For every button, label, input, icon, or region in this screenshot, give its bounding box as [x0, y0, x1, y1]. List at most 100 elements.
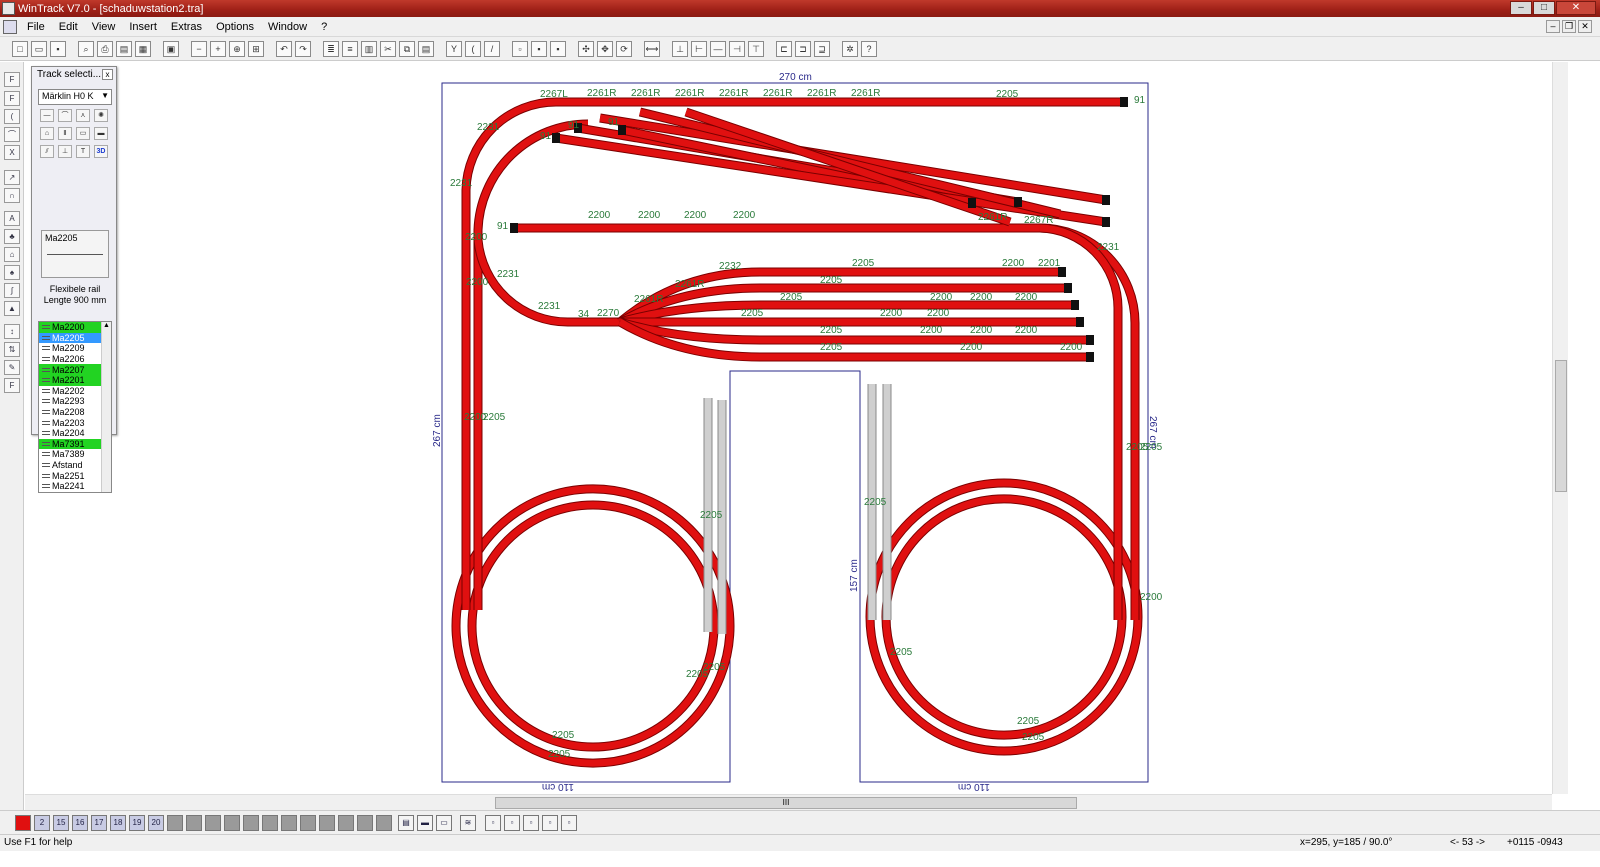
cut-icon[interactable]: ✂ [380, 40, 396, 57]
redo-icon[interactable]: ↷ [295, 40, 311, 57]
track-group[interactable] [451, 97, 1143, 768]
join-icon[interactable]: ⊤ [748, 40, 764, 57]
layer-color-button[interactable] [15, 815, 31, 831]
layer-empty-button[interactable] [319, 815, 335, 831]
menu-extras[interactable]: Extras [164, 21, 209, 33]
connect-icon[interactable]: ✣ [578, 40, 594, 57]
table-icon[interactable]: ▥ [361, 40, 377, 57]
new-icon[interactable]: □ [12, 40, 28, 57]
document-icon[interactable] [3, 20, 17, 34]
bridge-pillar-icon[interactable]: T [76, 145, 90, 158]
minimize-button[interactable]: – [1510, 1, 1532, 15]
train-icon[interactable]: ▬ [417, 815, 433, 831]
train-grey-icon[interactable]: ▭ [436, 815, 452, 831]
layer-18-button[interactable]: 18 [110, 815, 126, 831]
landscape-icon[interactable]: ♠ [4, 265, 20, 280]
signal-post-icon[interactable]: Ⅱ [58, 127, 72, 140]
doc-minimize-button[interactable]: – [1546, 20, 1560, 33]
doc-restore-button[interactable]: ❐ [1562, 20, 1576, 33]
layer-empty-button[interactable] [243, 815, 259, 831]
text-icon[interactable]: A [4, 211, 20, 226]
tree-icon[interactable]: ♣ [4, 229, 20, 244]
layer-manager-icon[interactable]: ▤ [398, 815, 414, 831]
track-list-scrollbar[interactable]: ▲ [101, 322, 111, 492]
print-icon[interactable]: ⎙ [97, 40, 113, 57]
catenary-icon[interactable]: ⫽ [40, 145, 54, 158]
signal-icon[interactable]: ⊥ [672, 40, 688, 57]
road-icon[interactable]: ∫ [4, 283, 20, 298]
layer-empty-button[interactable] [167, 815, 183, 831]
menu-options[interactable]: Options [209, 21, 261, 33]
locomotive-icon[interactable]: ▬ [94, 127, 108, 140]
curve-icon[interactable]: ( [4, 109, 20, 124]
flex-tool-icon[interactable]: / [484, 40, 500, 57]
flex-curve-icon[interactable]: F [4, 91, 20, 106]
image-icon[interactable]: ▣ [163, 40, 179, 57]
layer-b-icon[interactable]: ▪ [531, 40, 547, 57]
print-setup-icon[interactable]: ▤ [116, 40, 132, 57]
settings-icon[interactable]: ✲ [842, 40, 858, 57]
station-icon[interactable]: ⌂ [40, 127, 54, 140]
parts-list-icon[interactable]: ≡ [342, 40, 358, 57]
layer-empty-button[interactable] [357, 815, 373, 831]
track-segment-icon[interactable]: — [710, 40, 726, 57]
crossing-icon[interactable]: X [4, 145, 20, 160]
layer-c-icon[interactable]: ▪ [550, 40, 566, 57]
print-preview-icon[interactable]: ⌕ [78, 40, 94, 57]
layer-16-button[interactable]: 16 [72, 815, 88, 831]
layer-empty-button[interactable] [262, 815, 278, 831]
layer-15-button[interactable]: 15 [53, 815, 69, 831]
drawing-canvas[interactable]: 270 cm 267 cm 267 cm 110 cm 110 cm 157 c… [25, 62, 1552, 794]
help-pointer-icon[interactable]: ? [861, 40, 877, 57]
straight-track-icon[interactable]: — [40, 109, 54, 122]
calculator-icon[interactable]: ▦ [135, 40, 151, 57]
stack-icon[interactable]: ≋ [460, 815, 476, 831]
menu-file[interactable]: File [20, 21, 52, 33]
copy-icon[interactable]: ⧉ [399, 40, 415, 57]
bridge-icon[interactable]: ⌒ [4, 127, 20, 142]
track-list-icon[interactable]: ≣ [323, 40, 339, 57]
layer-empty-button[interactable] [338, 815, 354, 831]
layer-2-button[interactable]: 2 [34, 815, 50, 831]
align-right-icon[interactable]: ⊒ [814, 40, 830, 57]
app-icon[interactable] [2, 2, 15, 15]
switch-tool-icon[interactable]: Y [446, 40, 462, 57]
rotate-icon[interactable]: ⟳ [616, 40, 632, 57]
vertical-scroll-thumb[interactable] [1555, 360, 1567, 492]
layer-empty-button[interactable] [281, 815, 297, 831]
page-first-icon[interactable]: ▫ [485, 815, 501, 831]
gradient-icon[interactable]: ⇅ [4, 342, 20, 357]
menu-view[interactable]: View [85, 21, 123, 33]
building-icon[interactable]: ▭ [76, 127, 90, 140]
split-icon[interactable]: ⊣ [729, 40, 745, 57]
page-next-icon[interactable]: ▫ [523, 815, 539, 831]
zoom-window-icon[interactable]: ⊕ [229, 40, 245, 57]
layer-19-button[interactable]: 19 [129, 815, 145, 831]
layer-empty-button[interactable] [224, 815, 240, 831]
3d-view-icon[interactable]: 3D [94, 145, 108, 158]
zoom-all-icon[interactable]: ⊞ [248, 40, 264, 57]
undo-icon[interactable]: ↶ [276, 40, 292, 57]
menu-window[interactable]: Window [261, 21, 314, 33]
curved-track-icon[interactable]: ⌒ [58, 109, 72, 122]
zoom-in-icon[interactable]: + [210, 40, 226, 57]
track-plan[interactable]: 270 cm 267 cm 267 cm 110 cm 110 cm 157 c… [25, 62, 1552, 794]
menu-help[interactable]: ? [314, 21, 334, 33]
page-prev-icon[interactable]: ▫ [504, 815, 520, 831]
page-add-icon[interactable]: ▫ [561, 815, 577, 831]
layer-20-button[interactable]: 20 [148, 815, 164, 831]
curve-tool-icon[interactable]: ( [465, 40, 481, 57]
measure-icon[interactable]: ⟷ [644, 40, 660, 57]
height-icon[interactable]: ↕ [4, 324, 20, 339]
edit-icon[interactable]: ✎ [4, 360, 20, 375]
manufacturer-select[interactable]: Märklin H0 K ▼ [38, 89, 112, 105]
save-icon[interactable]: ▪ [50, 40, 66, 57]
vertical-scrollbar[interactable] [1552, 62, 1568, 794]
font-icon[interactable]: F [4, 378, 20, 393]
move-icon[interactable]: ✥ [597, 40, 613, 57]
switch-track-icon[interactable]: ⋏ [76, 109, 90, 122]
horizontal-scroll-thumb[interactable]: III [495, 797, 1077, 809]
open-icon[interactable]: ▭ [31, 40, 47, 57]
close-button[interactable]: ✕ [1556, 1, 1596, 15]
flex-track-icon[interactable]: F [4, 72, 20, 87]
